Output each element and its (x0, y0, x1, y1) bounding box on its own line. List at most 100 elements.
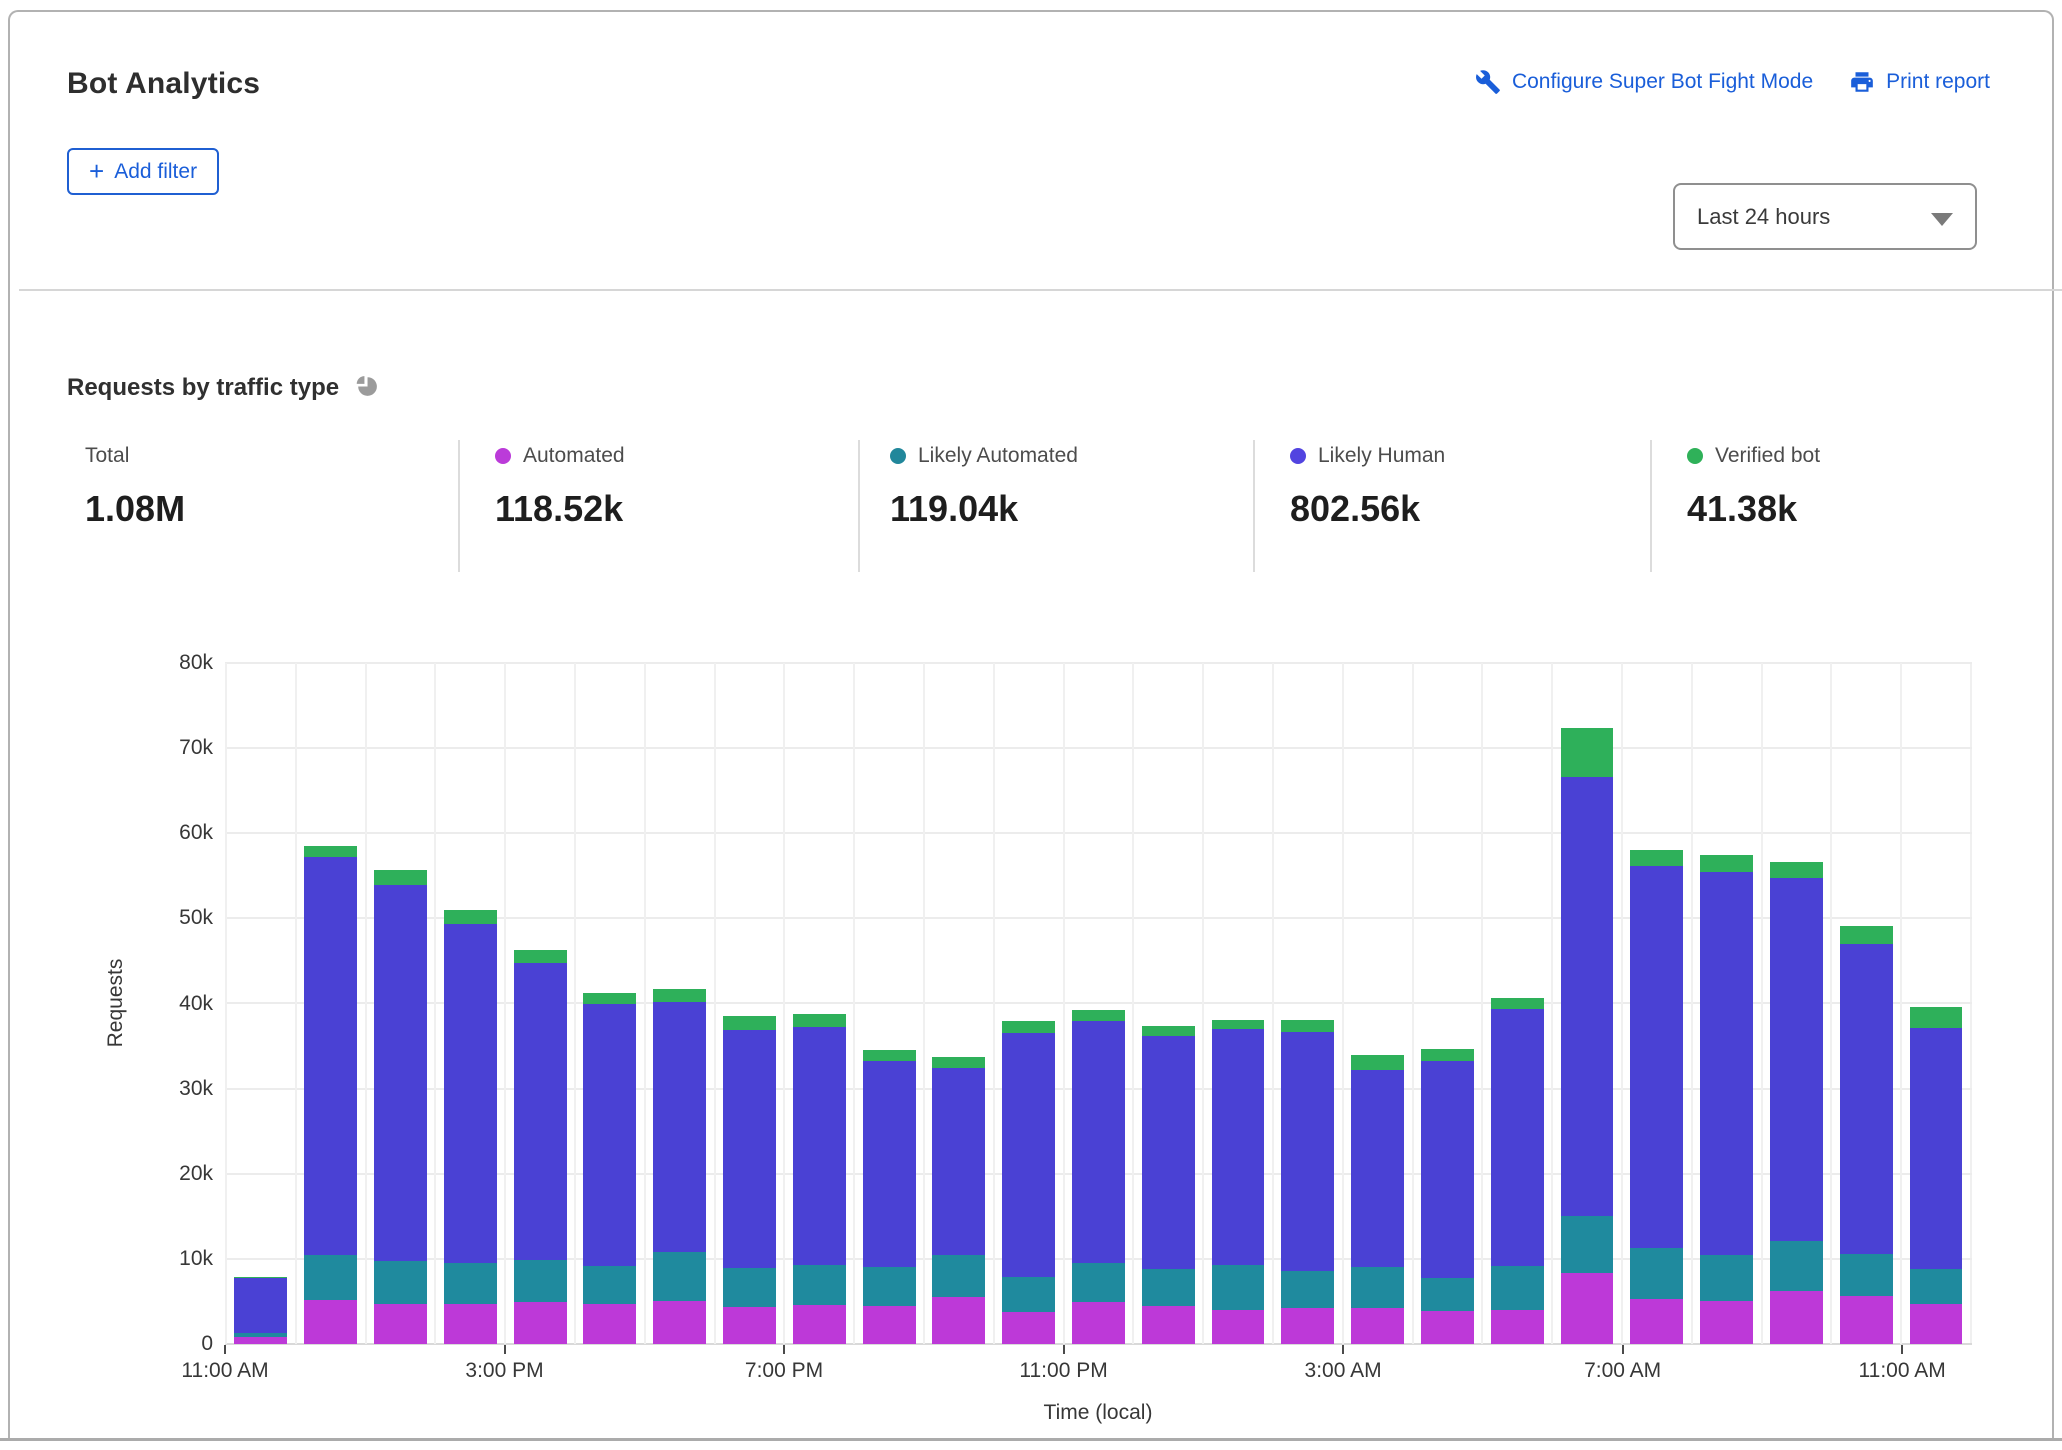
bar-segment-verified-bot[interactable] (1560, 727, 1614, 778)
bar-segment-likely-human[interactable] (1141, 1035, 1195, 1270)
bar-segment-automated[interactable] (1839, 1296, 1893, 1344)
bar-segment-automated[interactable] (1211, 1309, 1265, 1344)
bar-segment-likely-human[interactable] (723, 1029, 776, 1269)
bar-segment-likely-automated[interactable] (1700, 1254, 1754, 1301)
stacked-bar[interactable] (1072, 1010, 1125, 1344)
stacked-bar[interactable] (443, 909, 497, 1344)
bar-segment-automated[interactable] (792, 1304, 846, 1344)
bar-segment-automated[interactable] (1351, 1308, 1405, 1344)
bar-segment-likely-automated[interactable] (1909, 1269, 1963, 1304)
configure-super-bot-fight-mode-link[interactable]: Configure Super Bot Fight Mode (1475, 69, 1813, 95)
bar-segment-automated[interactable] (1421, 1310, 1474, 1344)
bar-segment-likely-automated[interactable] (304, 1255, 358, 1300)
bar-segment-likely-automated[interactable] (1211, 1264, 1265, 1310)
bar-segment-verified-bot[interactable] (723, 1016, 776, 1030)
bar-segment-verified-bot[interactable] (513, 949, 567, 963)
bar-segment-verified-bot[interactable] (1211, 1019, 1265, 1030)
bar-segment-likely-automated[interactable] (653, 1252, 707, 1302)
stacked-bar[interactable] (583, 993, 637, 1344)
stacked-bar[interactable] (653, 988, 707, 1344)
bar-segment-likely-human[interactable] (862, 1060, 916, 1268)
bar-segment-automated[interactable] (234, 1337, 288, 1344)
bar-segment-verified-bot[interactable] (1700, 854, 1754, 873)
bar-segment-likely-automated[interactable] (1839, 1253, 1893, 1297)
bar-segment-likely-human[interactable] (443, 924, 497, 1264)
stacked-bar[interactable] (1421, 1048, 1474, 1344)
stacked-bar[interactable] (792, 1013, 846, 1344)
stat-verified-bot[interactable]: Verified bot 41.38k (1687, 442, 1820, 530)
bar-segment-likely-automated[interactable] (932, 1254, 986, 1298)
bar-segment-automated[interactable] (513, 1302, 567, 1344)
bar-segment-likely-human[interactable] (1281, 1032, 1335, 1271)
bar-segment-automated[interactable] (443, 1304, 497, 1344)
stacked-bar[interactable] (932, 1057, 986, 1344)
bar-segment-verified-bot[interactable] (1281, 1019, 1335, 1033)
time-range-select[interactable]: Last 24 hours (1673, 183, 1977, 250)
bar-segment-likely-human[interactable] (1560, 777, 1614, 1217)
bar-segment-verified-bot[interactable] (374, 869, 427, 886)
bar-segment-verified-bot[interactable] (792, 1013, 846, 1027)
stacked-bar[interactable] (374, 869, 427, 1344)
stat-likely-automated[interactable]: Likely Automated 119.04k (890, 442, 1078, 530)
bar-segment-likely-automated[interactable] (1630, 1247, 1684, 1299)
stacked-bar[interactable] (1281, 1019, 1335, 1344)
bar-segment-likely-automated[interactable] (1421, 1277, 1474, 1311)
bar-segment-verified-bot[interactable] (1839, 925, 1893, 944)
print-report-link[interactable]: Print report (1849, 69, 1990, 95)
bar-segment-likely-human[interactable] (1839, 943, 1893, 1254)
bar-segment-automated[interactable] (1281, 1308, 1335, 1344)
bar-segment-likely-automated[interactable] (443, 1263, 497, 1304)
bar-segment-likely-human[interactable] (1769, 878, 1823, 1242)
bar-segment-likely-human[interactable] (1490, 1009, 1544, 1266)
bar-segment-likely-automated[interactable] (1072, 1263, 1125, 1303)
bar-segment-likely-automated[interactable] (1560, 1216, 1614, 1274)
stacked-bar[interactable] (1769, 862, 1823, 1344)
bar-segment-likely-automated[interactable] (862, 1267, 916, 1306)
bar-segment-likely-automated[interactable] (792, 1264, 846, 1305)
bar-segment-likely-automated[interactable] (1281, 1270, 1335, 1309)
bar-segment-likely-human[interactable] (1909, 1028, 1963, 1270)
bar-segment-automated[interactable] (1002, 1311, 1056, 1344)
bar-segment-automated[interactable] (1909, 1304, 1963, 1344)
bar-segment-likely-automated[interactable] (1769, 1241, 1823, 1292)
stacked-bar[interactable] (862, 1050, 916, 1344)
bar-segment-likely-automated[interactable] (374, 1261, 427, 1304)
stacked-bar[interactable] (1700, 854, 1754, 1344)
bar-segment-likely-human[interactable] (583, 1004, 637, 1266)
stacked-bar[interactable] (1002, 1021, 1056, 1344)
stacked-bar[interactable] (1211, 1019, 1265, 1344)
bar-segment-verified-bot[interactable] (932, 1057, 986, 1069)
bar-segment-verified-bot[interactable] (1490, 997, 1544, 1010)
bar-segment-verified-bot[interactable] (583, 993, 637, 1005)
bar-segment-likely-human[interactable] (1002, 1032, 1056, 1277)
bar-segment-likely-human[interactable] (304, 857, 358, 1256)
stacked-bar[interactable] (1630, 850, 1684, 1344)
bar-segment-automated[interactable] (583, 1304, 637, 1344)
bar-segment-likely-automated[interactable] (1490, 1265, 1544, 1310)
bar-segment-verified-bot[interactable] (1072, 1010, 1125, 1021)
bar-segment-verified-bot[interactable] (1909, 1006, 1963, 1029)
bar-segment-automated[interactable] (1141, 1305, 1195, 1344)
bar-segment-likely-human[interactable] (653, 1001, 707, 1253)
bar-segment-automated[interactable] (1630, 1298, 1684, 1344)
bar-segment-likely-human[interactable] (1351, 1069, 1405, 1268)
stacked-bar[interactable] (1490, 997, 1544, 1344)
bar-segment-likely-automated[interactable] (1002, 1276, 1056, 1312)
bar-segment-likely-human[interactable] (513, 962, 567, 1260)
bar-segment-likely-human[interactable] (1072, 1020, 1125, 1264)
bar-segment-automated[interactable] (1560, 1273, 1614, 1344)
stat-likely-human[interactable]: Likely Human 802.56k (1290, 442, 1445, 530)
bar-segment-likely-human[interactable] (1700, 872, 1754, 1255)
bar-segment-verified-bot[interactable] (862, 1050, 916, 1061)
bar-segment-likely-human[interactable] (1211, 1029, 1265, 1265)
bar-segment-automated[interactable] (1700, 1300, 1754, 1344)
stacked-bar[interactable] (1351, 1054, 1405, 1344)
bar-segment-verified-bot[interactable] (653, 988, 707, 1002)
stacked-bar[interactable] (1909, 1006, 1963, 1344)
bar-segment-automated[interactable] (862, 1305, 916, 1344)
bar-segment-likely-automated[interactable] (723, 1268, 776, 1308)
stacked-bar[interactable] (1141, 1025, 1195, 1344)
bar-segment-verified-bot[interactable] (1421, 1048, 1474, 1061)
bar-segment-verified-bot[interactable] (443, 909, 497, 925)
bar-segment-likely-automated[interactable] (513, 1259, 567, 1303)
